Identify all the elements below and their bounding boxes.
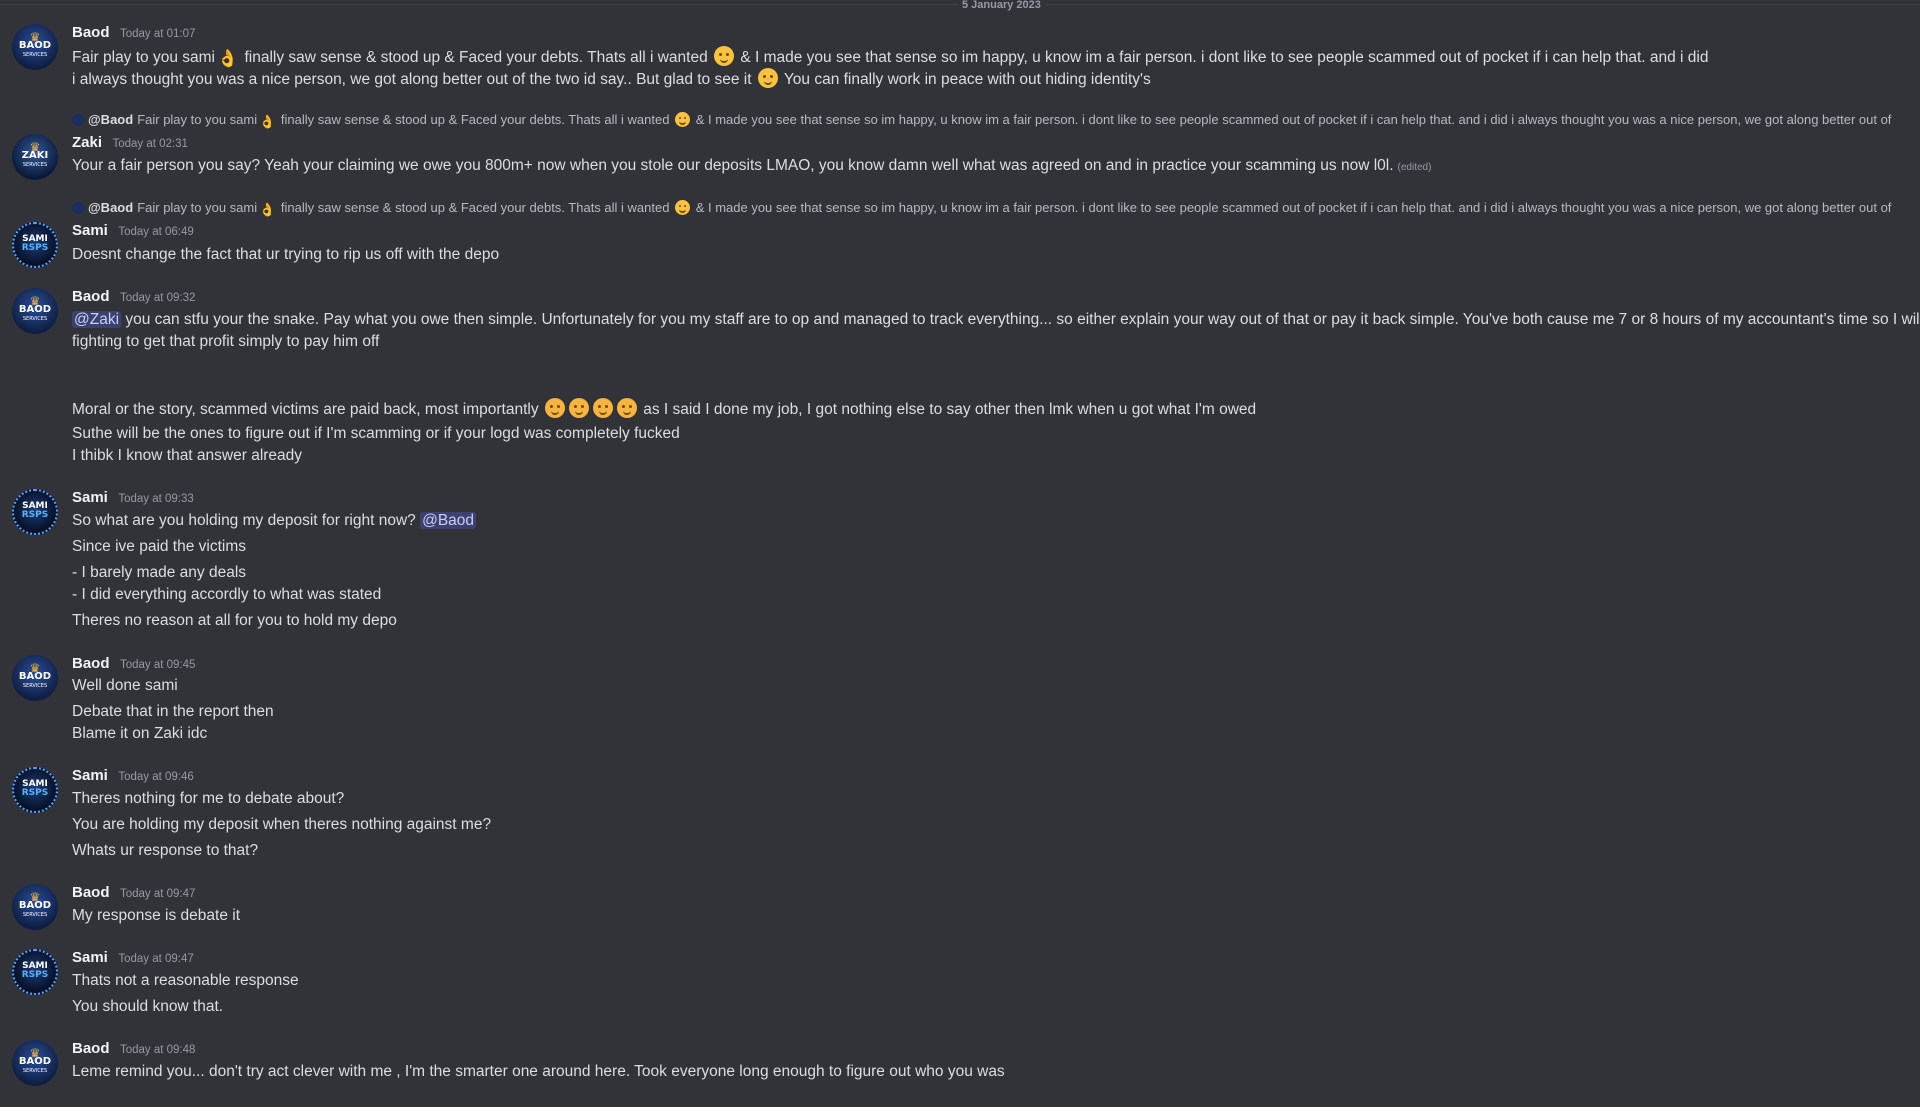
message-header: Sami Today at 09:47 <box>72 949 194 969</box>
author-name[interactable]: Sami <box>72 222 108 239</box>
avatar[interactable]: SAMI RSPS <box>12 222 58 268</box>
message-text: fighting to get that profit simply to pa… <box>72 333 380 350</box>
reply-preview[interactable]: @Baod Fair play to you sami 👌 finally saw … <box>72 112 1920 130</box>
slight-smile-emoji-icon <box>675 200 691 215</box>
grin-emoji-icon <box>757 68 778 88</box>
message-text: Leme remind you... don't try act clever … <box>72 1063 1005 1080</box>
ok-hand-emoji-icon: 👌 <box>259 114 276 129</box>
timestamp[interactable]: Today at 09:32 <box>120 292 195 304</box>
author-name[interactable]: Sami <box>72 949 108 966</box>
reply-avatar <box>72 202 84 214</box>
message-text: Doesnt change the fact that ur trying to… <box>72 246 500 263</box>
message-text: Suthe will be the ones to figure out if … <box>72 425 680 442</box>
author-name[interactable]: Sami <box>72 767 108 784</box>
blush-emoji-icon <box>616 398 637 418</box>
timestamp[interactable]: Today at 09:48 <box>120 1044 195 1056</box>
message-header: Sami Today at 06:49 <box>72 222 194 242</box>
timestamp[interactable]: Today at 01:07 <box>120 28 195 40</box>
avatar[interactable]: ♛ BAOD SERVICES <box>12 24 58 70</box>
reply-author: @Baod <box>88 200 134 215</box>
blush-emoji-icon <box>568 398 589 418</box>
author-name[interactable]: Baod <box>72 288 110 305</box>
avatar[interactable]: ♛ ZAKI SERVICES <box>12 134 58 180</box>
date-divider-label: 5 January 2023 <box>958 0 1045 11</box>
message-text: Fair play to you sami 👌 finally saw sense… <box>72 46 1708 69</box>
edited-tag: (edited) <box>1397 162 1432 173</box>
avatar[interactable]: ♛ BAOD SERVICES <box>12 884 58 930</box>
message-header: Baod Today at 09:45 <box>72 655 195 675</box>
message-header: Baod Today at 09:32 <box>72 288 195 308</box>
blush-emoji-icon <box>544 398 565 418</box>
avatar[interactable]: ♛ BAOD SERVICES <box>12 1040 58 1086</box>
avatar[interactable]: SAMI RSPS <box>12 489 58 535</box>
avatar[interactable]: SAMI RSPS <box>12 767 58 813</box>
timestamp[interactable]: Today at 06:49 <box>118 226 193 238</box>
slight-smile-emoji-icon <box>675 112 691 127</box>
message-text: - I did everything accordly to what was … <box>72 586 382 603</box>
timestamp[interactable]: Today at 09:33 <box>118 493 193 505</box>
author-name[interactable]: Baod <box>72 655 110 672</box>
user-mention[interactable]: @Baod <box>420 512 477 529</box>
slight-smile-emoji-icon <box>714 46 735 66</box>
user-mention[interactable]: @Zaki <box>72 311 122 328</box>
ok-hand-emoji-icon: 👌 <box>217 49 239 68</box>
author-name[interactable]: Sami <box>72 489 108 506</box>
message-text: You should know that. <box>72 998 224 1015</box>
reply-preview[interactable]: @Baod Fair play to you sami 👌 finally saw … <box>72 200 1920 218</box>
message-text: So what are you holding my deposit for r… <box>72 512 477 529</box>
message-header: Sami Today at 09:33 <box>72 489 194 509</box>
blush-emoji-icon <box>592 398 613 418</box>
timestamp[interactable]: Today at 09:46 <box>118 771 193 783</box>
message-header: Baod Today at 09:47 <box>72 884 195 904</box>
message-text: Theres nothing for me to debate about? <box>72 790 345 807</box>
message-header: Sami Today at 09:46 <box>72 767 194 787</box>
message-text: - I barely made any deals <box>72 564 247 581</box>
message-text: i always thought you was a nice person, … <box>72 68 1151 90</box>
timestamp[interactable]: Today at 09:47 <box>120 888 195 900</box>
message-text: Moral or the story, scammed victims are … <box>72 398 1256 420</box>
message-text: Since ive paid the victims <box>72 538 247 555</box>
message-text: Thats not a reasonable response <box>72 972 299 989</box>
message-text: Blame it on Zaki idc <box>72 725 208 742</box>
author-name[interactable]: Baod <box>72 1040 110 1057</box>
author-name[interactable]: Zaki <box>72 134 102 151</box>
date-divider: 5 January 2023 <box>0 0 1920 11</box>
timestamp[interactable]: Today at 09:47 <box>118 953 193 965</box>
message-text: Whats ur response to that? <box>72 842 259 859</box>
reply-avatar <box>72 114 84 126</box>
message-text: Theres no reason at all for you to hold … <box>72 612 397 629</box>
author-name[interactable]: Baod <box>72 24 110 41</box>
reply-author: @Baod <box>88 112 134 127</box>
message-header: Baod Today at 09:48 <box>72 1040 195 1060</box>
message-text: My response is debate it <box>72 907 241 924</box>
avatar[interactable]: SAMI RSPS <box>12 949 58 995</box>
avatar[interactable]: ♛ BAOD SERVICES <box>12 655 58 701</box>
ok-hand-emoji-icon: 👌 <box>259 202 276 217</box>
message-header: Zaki Today at 02:31 <box>72 134 188 154</box>
message-text: Your a fair person you say? Yeah your cl… <box>72 157 1432 174</box>
message-text: I thibk I know that answer already <box>72 447 303 464</box>
message-text: You are holding my deposit when theres n… <box>72 816 492 833</box>
author-name[interactable]: Baod <box>72 884 110 901</box>
message-header: Baod Today at 01:07 <box>72 24 195 44</box>
timestamp[interactable]: Today at 09:45 <box>120 659 195 671</box>
message-text: Debate that in the report then <box>72 703 274 720</box>
message-text: @Zaki you can stfu your the snake. Pay w… <box>72 311 1920 328</box>
avatar[interactable]: ♛ BAOD SERVICES <box>12 288 58 334</box>
message-text: Well done sami <box>72 677 178 694</box>
timestamp[interactable]: Today at 02:31 <box>112 138 187 150</box>
